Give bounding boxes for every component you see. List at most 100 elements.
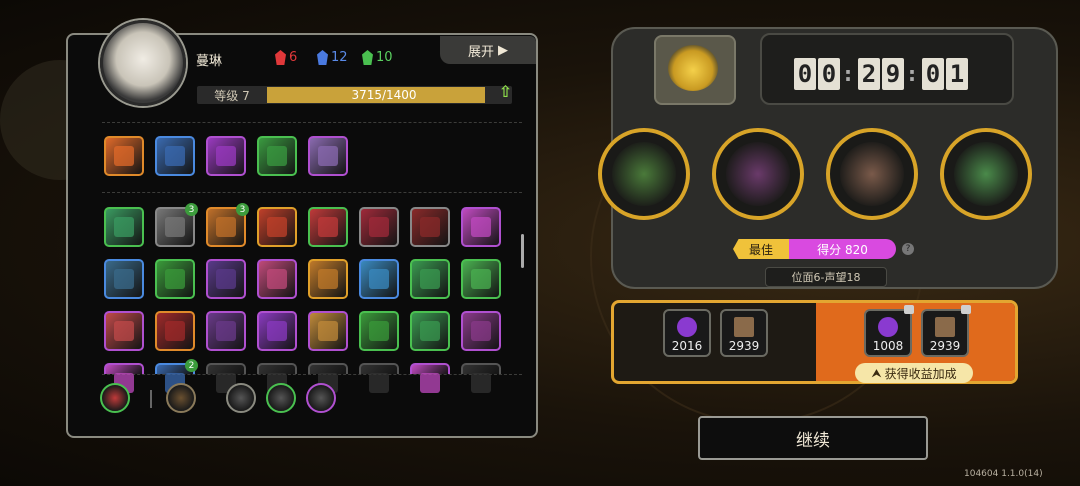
green-tree-icon: [267, 146, 287, 166]
item-slot[interactable]: [104, 259, 144, 299]
item-slot[interactable]: [104, 363, 144, 393]
item-slot[interactable]: [257, 207, 297, 247]
hidden-icon: [471, 373, 491, 393]
item-slot[interactable]: [206, 259, 246, 299]
up-arrow-icon: [369, 321, 389, 341]
resource-green: 10: [362, 50, 393, 65]
green-demon-icon: [362, 50, 373, 65]
item-slot[interactable]: [308, 207, 348, 247]
opponent-portrait[interactable]: [940, 128, 1032, 220]
timer-digit: 0: [922, 58, 944, 90]
play-arrow-icon: ▶: [498, 42, 508, 58]
item-slot[interactable]: [104, 311, 144, 351]
continue-button[interactable]: 继续: [698, 416, 928, 460]
purple-orb-icon: [471, 217, 491, 237]
item-slot[interactable]: [461, 311, 501, 351]
green-diamond-icon: [420, 269, 440, 289]
pink-rune-icon: [267, 269, 287, 289]
flask-icon[interactable]: [266, 383, 296, 413]
brown-block-icon: [935, 317, 955, 337]
scrollbar[interactable]: [521, 234, 524, 268]
character-avatar[interactable]: [100, 20, 186, 106]
lightning-shield-icon: [165, 146, 185, 166]
item-slot[interactable]: 3: [155, 203, 198, 247]
item-slot[interactable]: [104, 136, 144, 176]
level-up-arrow-icon[interactable]: ⇧: [499, 82, 512, 101]
lock-icon: [904, 305, 914, 314]
purple-claw-icon: [216, 146, 236, 166]
item-slot[interactable]: [206, 311, 246, 351]
red-claws-icon: [369, 217, 389, 237]
item-slot[interactable]: [206, 136, 246, 176]
item-slot[interactable]: [359, 259, 399, 299]
item-slot[interactable]: [359, 363, 399, 393]
fire-skill-icon: [114, 146, 134, 166]
red-demon-icon: [275, 50, 286, 65]
item-slot[interactable]: [257, 259, 297, 299]
item-slot[interactable]: [410, 259, 450, 299]
filter-separator: [150, 390, 152, 408]
item-slot[interactable]: [359, 207, 399, 247]
red-feather-icon: [318, 217, 338, 237]
item-slot[interactable]: [308, 259, 348, 299]
green-wave-icon: [114, 217, 134, 237]
item-slot[interactable]: [410, 311, 450, 351]
count-badge: 2: [185, 359, 198, 372]
item-slot[interactable]: 2: [155, 359, 198, 393]
rank-text: 位面6-声望18: [765, 267, 887, 287]
item-slot[interactable]: [257, 311, 297, 351]
horned-monster-icon: [726, 142, 790, 206]
best-tag: 最佳: [733, 239, 789, 259]
item-slot[interactable]: [104, 207, 144, 247]
count-badge: 3: [185, 203, 198, 216]
heart-icon: [420, 321, 440, 341]
item-slot[interactable]: [155, 311, 195, 351]
lock-icon: [961, 305, 971, 314]
item-slot[interactable]: [257, 136, 297, 176]
reward-value: 2939: [728, 339, 760, 353]
item-slot[interactable]: [308, 136, 348, 176]
fish-icon: [114, 269, 134, 289]
brown-block-icon: [734, 317, 754, 337]
item-slot[interactable]: [410, 363, 450, 393]
purple-vortex-icon: [471, 321, 491, 341]
item-slot[interactable]: 3: [206, 203, 249, 247]
item-slot[interactable]: [461, 259, 501, 299]
version-text: 104604 1.1.0(14): [964, 469, 1043, 479]
red-demon-filter-icon[interactable]: [100, 383, 130, 413]
opponent-portrait[interactable]: [826, 128, 918, 220]
bird-knight-icon: [840, 142, 904, 206]
reward-slot: 2939: [720, 309, 768, 357]
item-slot[interactable]: [308, 363, 348, 393]
backpack-icon: [318, 146, 338, 166]
expand-button[interactable]: 展开 ▶: [440, 36, 536, 64]
item-slot[interactable]: [461, 363, 501, 393]
bonus-label[interactable]: ⮝ 获得收益加成: [855, 363, 973, 383]
purple-check-icon[interactable]: [306, 383, 336, 413]
item-slot[interactable]: [410, 207, 450, 247]
item-slot[interactable]: [206, 363, 246, 393]
item-slot[interactable]: [257, 363, 297, 393]
opponent-portrait[interactable]: [598, 128, 690, 220]
crossed-x-icon: [114, 321, 134, 341]
purple-orb-icon: [878, 317, 898, 337]
resource-red: 6: [275, 50, 297, 65]
item-slot[interactable]: [359, 311, 399, 351]
timer-display: 002901::: [760, 33, 1014, 105]
item-slot[interactable]: [155, 259, 195, 299]
help-icon[interactable]: ?: [902, 243, 914, 255]
timer-digit: 0: [794, 58, 816, 90]
level-label: 等级 7: [214, 88, 250, 103]
opponent-portrait[interactable]: [712, 128, 804, 220]
item-slot[interactable]: [461, 207, 501, 247]
item-slot[interactable]: [155, 136, 195, 176]
reward-value: 2016: [671, 339, 703, 353]
purple-orb-icon: [677, 317, 697, 337]
eye-icon[interactable]: [226, 383, 256, 413]
brown-coin-icon[interactable]: [166, 383, 196, 413]
red-monster-icon: [165, 321, 185, 341]
divider: [102, 192, 522, 193]
shadow-figure-icon: [216, 269, 236, 289]
item-slot[interactable]: [308, 311, 348, 351]
count-badge: 3: [236, 203, 249, 216]
